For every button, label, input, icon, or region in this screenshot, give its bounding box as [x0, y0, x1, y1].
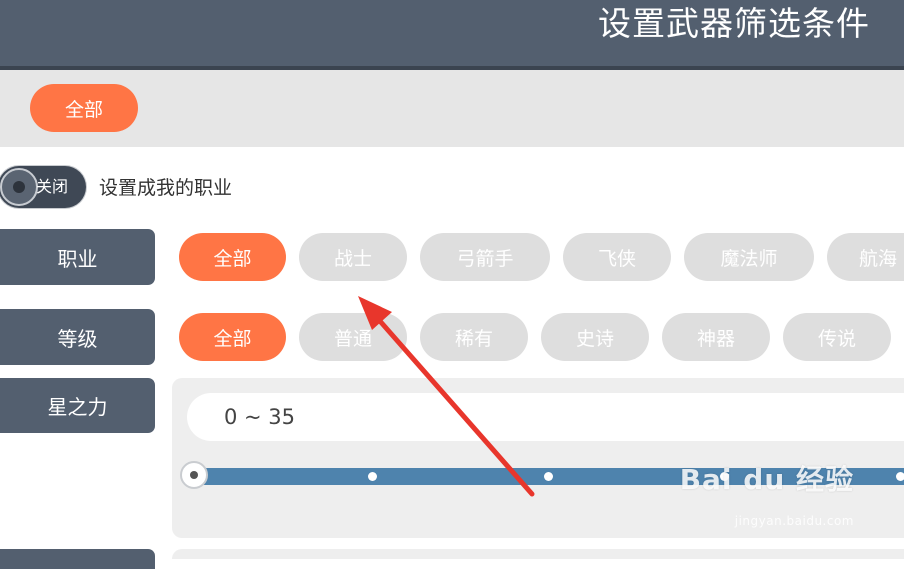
header-bar: 设置武器筛选条件 — [0, 0, 904, 66]
star-force-label: 星之力 — [0, 378, 155, 433]
grade-option-artifact[interactable]: 神器 — [662, 313, 770, 361]
grade-option-legendary[interactable]: 传说 — [783, 313, 891, 361]
toggle-state-label: 关闭 — [36, 177, 69, 196]
type-filter-band: 全部 — [0, 70, 904, 147]
grade-label: 等级 — [0, 309, 155, 365]
toggle-knob — [0, 168, 38, 206]
star-force-range-box: 0 ~ 35 — [187, 393, 904, 441]
grade-option-normal[interactable]: 普通 — [299, 313, 407, 361]
job-option-warrior[interactable]: 战士 — [299, 233, 407, 281]
star-force-range-text: 0 ~ 35 — [224, 405, 296, 429]
type-all-button[interactable]: 全部 — [30, 84, 138, 132]
slider-tick — [896, 472, 904, 481]
job-option-all[interactable]: 全部 — [179, 233, 286, 281]
grade-option-all[interactable]: 全部 — [179, 313, 286, 361]
slider-tick — [368, 472, 377, 481]
page-title: 设置武器筛选条件 — [598, 4, 870, 43]
slider-tick — [544, 472, 553, 481]
star-force-slider-handle[interactable] — [180, 461, 208, 489]
job-label: 职业 — [0, 229, 155, 285]
job-option-mage[interactable]: 魔法师 — [684, 233, 814, 281]
watermark-url: jingyan.baidu.com — [734, 514, 854, 528]
job-option-pirate[interactable]: 航海 — [827, 233, 904, 281]
next-section-panel — [172, 549, 904, 559]
my-job-toggle[interactable]: 关闭 — [0, 166, 86, 208]
job-option-archer[interactable]: 弓箭手 — [420, 233, 550, 281]
grade-option-rare[interactable]: 稀有 — [420, 313, 528, 361]
grade-option-epic[interactable]: 史诗 — [541, 313, 649, 361]
job-option-thief[interactable]: 飞侠 — [563, 233, 671, 281]
watermark-logo: Bai du 经验 — [679, 463, 854, 496]
toggle-description: 设置成我的职业 — [99, 177, 233, 199]
next-section-label — [0, 549, 155, 569]
